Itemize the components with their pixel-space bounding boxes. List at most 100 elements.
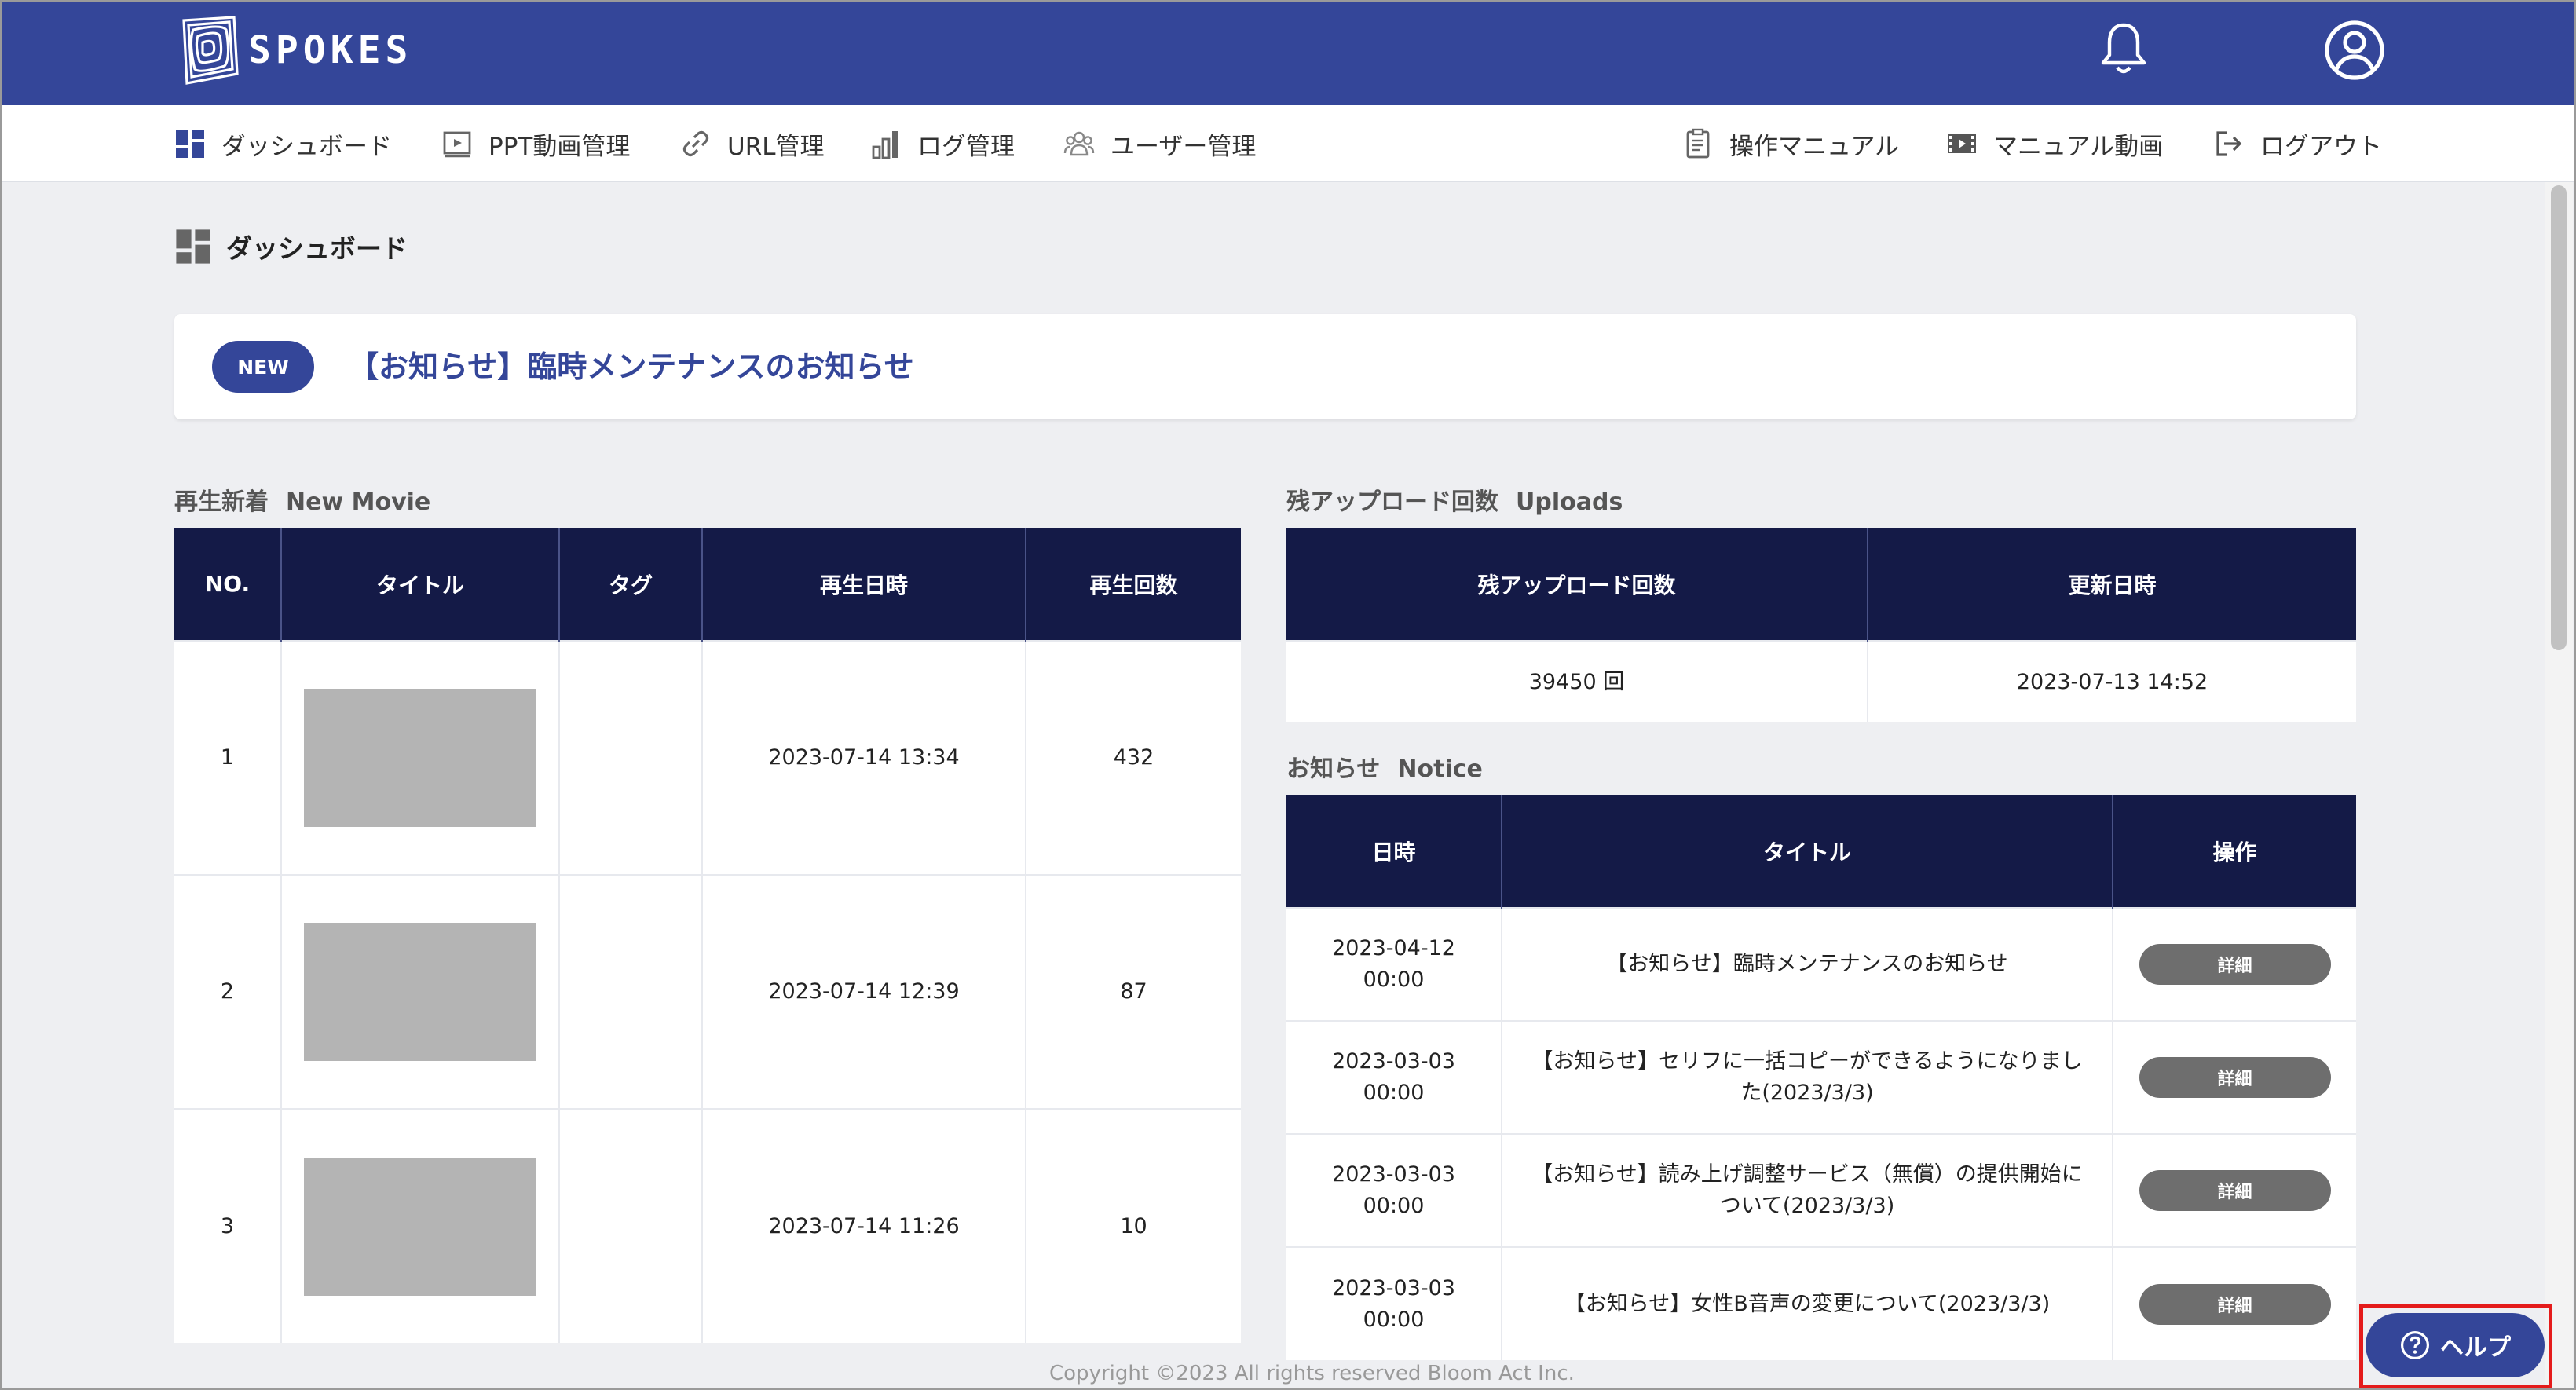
column-header[interactable]: NO. <box>174 528 281 641</box>
detail-button[interactable]: 詳細 <box>2139 1057 2331 1098</box>
new-movie-table: NO. タイトル タグ 再生日時 再生回数 1 2023-07-14 13:34… <box>174 528 1241 1343</box>
table-row: 2023-03-03 00:00 【お知らせ】女性B音声の変更について(2023/… <box>1286 1246 2356 1360</box>
section-label-en: Notice <box>1397 755 1483 783</box>
notice-action-cell: 詳細 <box>2112 1246 2356 1360</box>
notice-date: 2023-03-03 <box>1332 1162 1455 1187</box>
play-datetime: 2023-07-14 11:26 <box>701 1108 1026 1343</box>
link-icon <box>682 130 709 157</box>
tag-cell <box>558 640 702 875</box>
notice-date-cell: 2023-03-03 00:00 <box>1286 1246 1502 1360</box>
top-header: SPOKES <box>0 0 2576 105</box>
nav-label: マニュアル動画 <box>1993 132 2164 161</box>
section-label-ja: 再生新着 <box>174 488 269 516</box>
detail-button[interactable]: 詳細 <box>2139 1283 2331 1325</box>
brand-logo[interactable]: SPOKES <box>174 11 412 90</box>
notice-title: 【お知らせ】セリフに一括コピーができるようになりました(2023/3/3) <box>1501 1020 2113 1134</box>
column-header[interactable]: 再生日時 <box>701 528 1026 641</box>
section-label-ja: お知らせ <box>1286 755 1381 783</box>
nav-item-manual-video[interactable]: マニュアル動画 <box>1946 105 2163 182</box>
table-row: 39450 回 2023-07-13 14:52 <box>1286 640 2356 722</box>
notice-table: 日時 タイトル 操作 2023-04-12 00:00 【お知らせ】臨時メンテナン… <box>1286 795 2356 1360</box>
help-label: ヘルプ <box>2440 1334 2511 1362</box>
help-button[interactable]: ヘルプ <box>2366 1313 2545 1377</box>
play-datetime: 2023-07-14 13:34 <box>701 640 1026 875</box>
title-cell <box>280 640 559 875</box>
new-movie-section-label: 再生新着 New Movie <box>174 482 430 517</box>
brand-name: SPOKES <box>248 28 413 72</box>
column-header: 日時 <box>1286 795 1502 908</box>
video-thumbnail[interactable] <box>304 689 536 827</box>
column-header[interactable]: 再生回数 <box>1025 528 1241 641</box>
nav-label: ユーザー管理 <box>1111 132 1257 161</box>
notice-title: 【お知らせ】女性B音声の変更について(2023/3/3) <box>1501 1246 2113 1360</box>
nav-item-log[interactable]: ログ管理 <box>870 105 1015 182</box>
manual-document-icon <box>1686 128 1710 159</box>
play-count: 87 <box>1025 874 1241 1109</box>
new-badge: NEW <box>212 341 314 393</box>
users-icon <box>1063 131 1095 156</box>
row-number: 2 <box>174 874 281 1109</box>
bell-icon[interactable] <box>2098 20 2149 77</box>
nav-item-users[interactable]: ユーザー管理 <box>1063 105 1256 182</box>
detail-button[interactable]: 詳細 <box>2139 944 2331 985</box>
column-header: 更新日時 <box>1867 528 2356 641</box>
video-thumbnail[interactable] <box>304 1157 536 1296</box>
play-count: 432 <box>1025 640 1241 875</box>
nav-item-dashboard[interactable]: ダッシュボード <box>174 105 392 182</box>
nav-item-manual[interactable]: 操作マニュアル <box>1682 105 1899 182</box>
nav-item-logout[interactable]: ログアウト <box>2213 105 2382 182</box>
notice-time: 00:00 <box>1363 968 1425 992</box>
column-header: タイトル <box>1501 795 2113 908</box>
notice-date-cell: 2023-04-12 00:00 <box>1286 907 1502 1021</box>
dashboard-icon <box>176 130 204 158</box>
video-icon <box>1948 134 1976 153</box>
column-header: 残アップロード回数 <box>1286 528 1868 641</box>
notice-time: 00:00 <box>1363 1307 1425 1332</box>
column-header[interactable]: タグ <box>558 528 702 641</box>
notice-date-cell: 2023-03-03 00:00 <box>1286 1020 1502 1134</box>
table-row[interactable]: 2 2023-07-14 12:39 87 <box>174 874 1241 1109</box>
tag-cell <box>558 874 702 1109</box>
nav-label: 操作マニュアル <box>1729 132 1900 161</box>
nav-label: ダッシュボード <box>221 132 392 161</box>
column-header: 操作 <box>2112 795 2356 908</box>
announcement-banner[interactable]: NEW 【お知らせ】臨時メンテナンスのお知らせ <box>174 314 2356 419</box>
nav-label: URL管理 <box>727 132 825 161</box>
notice-date: 2023-04-12 <box>1332 936 1455 960</box>
tag-cell <box>558 1108 702 1343</box>
notice-time: 00:00 <box>1363 1194 1425 1218</box>
row-number: 1 <box>174 640 281 875</box>
notice-action-cell: 詳細 <box>2112 1020 2356 1134</box>
presentation-icon <box>443 131 471 158</box>
page-scrollbar-thumb[interactable] <box>2551 185 2567 650</box>
main-navigation: ダッシュボード PPT動画管理 URL管理 ログ管理 ユーザー管理 操作マニュア… <box>0 105 2576 182</box>
notice-title: 【お知らせ】臨時メンテナンスのお知らせ <box>1501 907 2113 1021</box>
video-thumbnail[interactable] <box>304 923 536 1061</box>
user-account-icon[interactable] <box>2323 19 2386 82</box>
updated-datetime: 2023-07-13 14:52 <box>1867 640 2356 722</box>
table-row: 2023-04-12 00:00 【お知らせ】臨時メンテナンスのお知らせ 詳細 <box>1286 907 2356 1021</box>
table-row[interactable]: 3 2023-07-14 11:26 10 <box>174 1108 1241 1343</box>
table-row: 2023-03-03 00:00 【お知らせ】読み上げ調整サービス（無償）の提供開… <box>1286 1133 2356 1247</box>
announcement-link[interactable]: 【お知らせ】臨時メンテナンスのお知らせ <box>349 342 914 386</box>
play-count: 10 <box>1025 1108 1241 1343</box>
section-label-en: New Movie <box>286 488 431 516</box>
spokes-logo-icon <box>182 16 239 85</box>
page-title-text: ダッシュボード <box>226 233 408 264</box>
section-label-ja: 残アップロード回数 <box>1286 488 1498 516</box>
footer-copyright: Copyright ©2023 All rights reserved Bloo… <box>1049 1362 1575 1385</box>
column-header[interactable]: タイトル <box>280 528 559 641</box>
table-row[interactable]: 1 2023-07-14 13:34 432 <box>174 640 1241 875</box>
dashboard-icon <box>176 229 210 264</box>
row-number: 3 <box>174 1108 281 1343</box>
nav-item-url[interactable]: URL管理 <box>680 105 825 182</box>
page-title: ダッシュボード <box>174 228 408 265</box>
nav-label: PPT動画管理 <box>488 132 631 161</box>
uploads-table: 残アップロード回数 更新日時 39450 回 2023-07-13 14:52 <box>1286 528 2356 722</box>
notice-action-cell: 詳細 <box>2112 907 2356 1021</box>
notice-section-label: お知らせ Notice <box>1286 749 1483 784</box>
detail-button[interactable]: 詳細 <box>2139 1170 2331 1211</box>
nav-item-ppt-video[interactable]: PPT動画管理 <box>441 105 630 182</box>
uploads-section-label: 残アップロード回数 Uploads <box>1286 482 1623 517</box>
notice-time: 00:00 <box>1363 1081 1425 1105</box>
